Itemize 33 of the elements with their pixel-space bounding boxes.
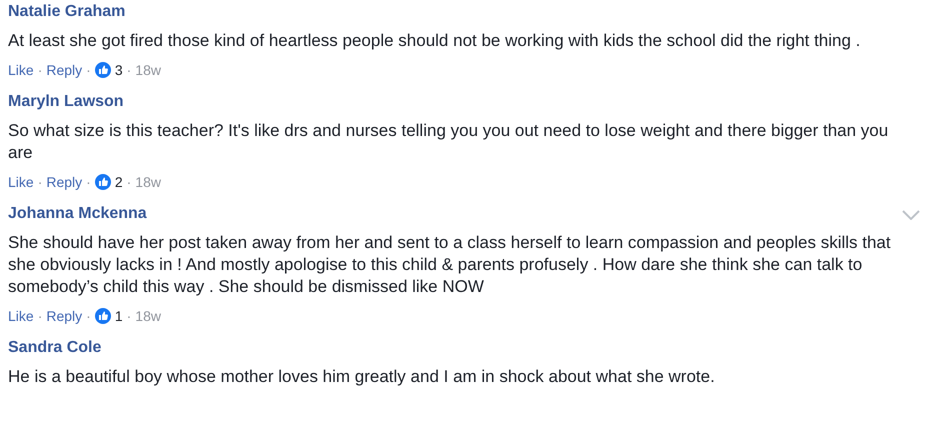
author-name[interactable]: Maryln Lawson — [8, 92, 124, 112]
separator-dot: · — [126, 173, 132, 191]
separator-dot: · — [38, 173, 42, 191]
thumbs-up-icon — [94, 308, 111, 324]
comment-text: He is a beautiful boy whose mother loves him greatly and I am in shock about what she wrote. — [8, 366, 716, 388]
separator-dot: · — [38, 61, 42, 79]
separator-dot: · — [126, 307, 132, 325]
like-count: 2 — [114, 173, 123, 191]
comment-action-link[interactable]: Reply — [46, 61, 82, 79]
thumbs-up-icon — [94, 174, 111, 190]
author-name[interactable]: Sandra Cole — [8, 338, 102, 358]
author-name[interactable]: Johanna Mckenna — [8, 204, 147, 224]
separator-dot: · — [86, 307, 91, 325]
comment-text: At least she got fired those kind of heartless people should not be working with kids the school did the right thing . — [8, 30, 862, 52]
chevron-down-icon[interactable] — [902, 210, 920, 220]
comment-age: 18w — [135, 173, 161, 191]
separator-dot: · — [86, 173, 91, 191]
comment-action-link[interactable]: Reply — [46, 173, 82, 191]
comment-age: 18w — [135, 61, 161, 79]
comment-action-link[interactable]: Reply — [46, 307, 82, 325]
comment-action-link[interactable]: Like — [8, 61, 34, 79]
like-count: 1 — [114, 307, 123, 325]
separator-dot: · — [126, 61, 132, 79]
like-count: 3 — [114, 61, 123, 79]
separator-dot: · — [86, 61, 91, 79]
separator-dot: · — [38, 307, 42, 325]
comment-action-link[interactable]: Like — [8, 173, 34, 191]
thumbs-up-icon — [94, 62, 111, 78]
comment-action-link[interactable]: Like — [8, 307, 34, 325]
comment-age: 18w — [135, 307, 161, 325]
author-name[interactable]: Natalie Graham — [8, 2, 126, 22]
comment-text: She should have her post taken away from her and sent to a class herself to learn compassion and peoples skills that she obviously lacks in ! And mostly apologise to this child & parents profusely . How dare she think she can talk to somebody’s child this way . She should be dismissed like NOW — [8, 232, 892, 298]
comment-text: So what size is this teacher? It's like drs and nurses telling you you out need to lose weight and there bigger than you are — [8, 120, 890, 164]
